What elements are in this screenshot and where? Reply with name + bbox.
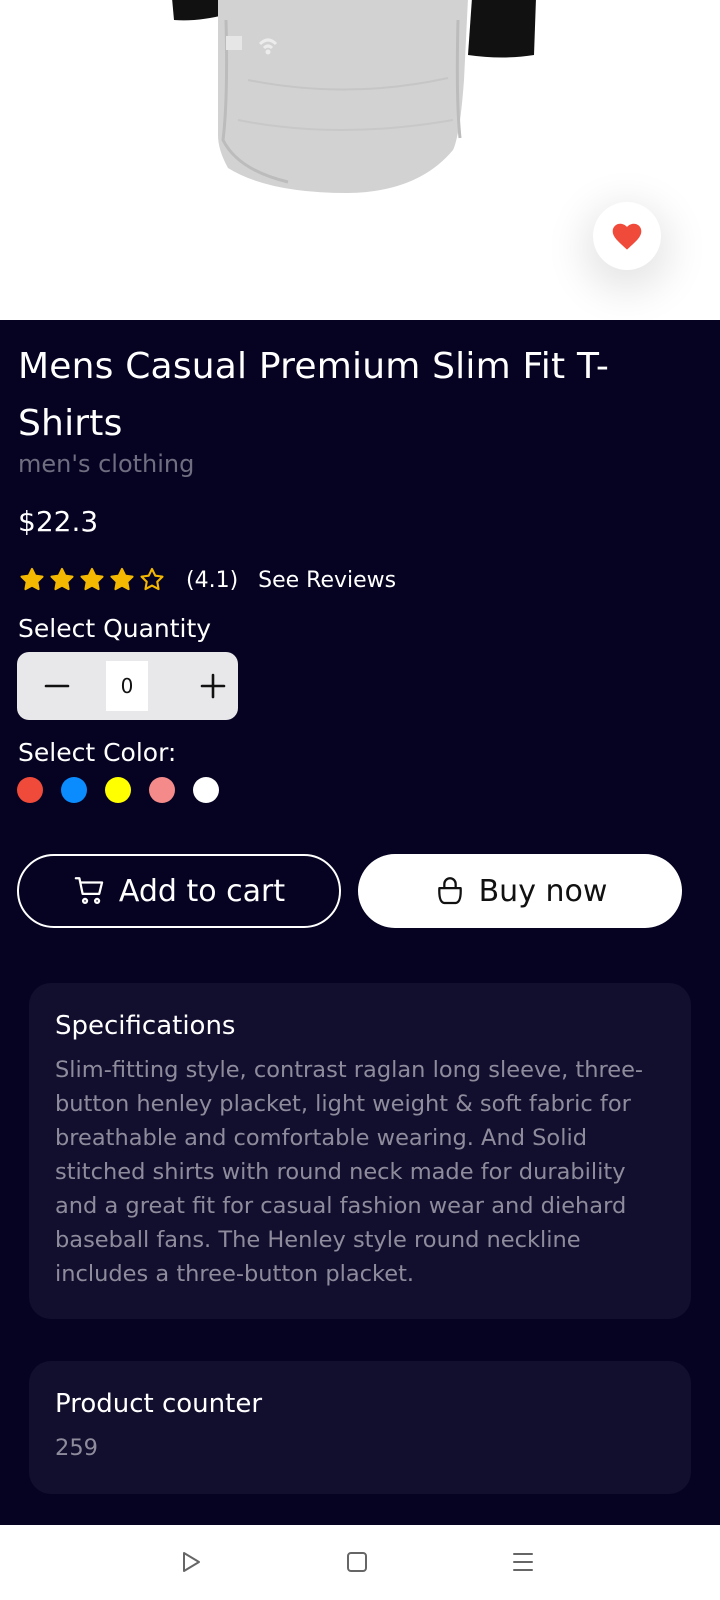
star-outline-icon (140, 567, 164, 591)
product-counter-card: Product counter 259 (29, 1361, 691, 1494)
star-filled-icon (110, 567, 134, 591)
nav-back-button[interactable] (176, 1547, 206, 1577)
add-to-cart-button[interactable]: Add to cart (17, 854, 341, 928)
nav-menu-button[interactable] (508, 1547, 538, 1577)
back-triangle-icon (183, 1552, 200, 1572)
color-label: Select Color: (18, 738, 177, 767)
decrement-button[interactable] (31, 660, 83, 712)
home-square-icon (347, 1552, 367, 1572)
product-counter-value: 259 (55, 1435, 98, 1461)
specifications-title: Specifications (55, 1011, 236, 1041)
system-navigation-bar (0, 1525, 720, 1600)
rating-row: (4.1) See Reviews (18, 563, 396, 597)
specifications-text: Slim-fitting style, contrast raglan long… (55, 1057, 644, 1287)
star-filled-icon (20, 567, 44, 591)
color-swatch[interactable] (193, 777, 219, 803)
rating-value: (4.1) (186, 567, 239, 593)
menu-lines-icon (513, 1553, 533, 1571)
quantity-input[interactable] (106, 661, 148, 711)
heart-icon (612, 223, 642, 250)
product-image-area (0, 0, 720, 320)
nav-home-button[interactable] (342, 1547, 372, 1577)
color-swatch[interactable] (105, 777, 131, 803)
buy-now-button[interactable]: Buy now (358, 854, 682, 928)
color-swatch[interactable] (149, 777, 175, 803)
product-counter-title: Product counter (55, 1389, 263, 1419)
star-filled-icon (50, 567, 74, 591)
color-swatches (17, 777, 219, 803)
add-to-cart-label: Add to cart (118, 873, 286, 909)
product-category: men's clothing (18, 450, 195, 478)
star-filled-icon (80, 567, 104, 591)
specifications-card: Specifications Slim-fitting style, contr… (29, 983, 691, 1319)
color-swatch[interactable] (61, 777, 87, 803)
quantity-label: Select Quantity (18, 614, 212, 643)
quantity-stepper (17, 652, 238, 720)
product-price: $22.3 (18, 505, 99, 538)
see-reviews-link[interactable]: See Reviews (258, 568, 396, 593)
increment-button[interactable] (187, 660, 239, 712)
plus-icon (200, 673, 226, 699)
color-swatch[interactable] (17, 777, 43, 803)
cart-icon (74, 877, 104, 905)
buy-now-label: Buy now (478, 873, 608, 909)
favorite-button[interactable] (593, 202, 661, 270)
product-title: Mens Casual Premium Slim Fit T-Shirts (18, 346, 610, 444)
shopping-bag-icon (437, 877, 462, 905)
minus-icon (44, 684, 70, 688)
rating-stars (18, 566, 166, 594)
tshirt-image (172, 0, 536, 193)
